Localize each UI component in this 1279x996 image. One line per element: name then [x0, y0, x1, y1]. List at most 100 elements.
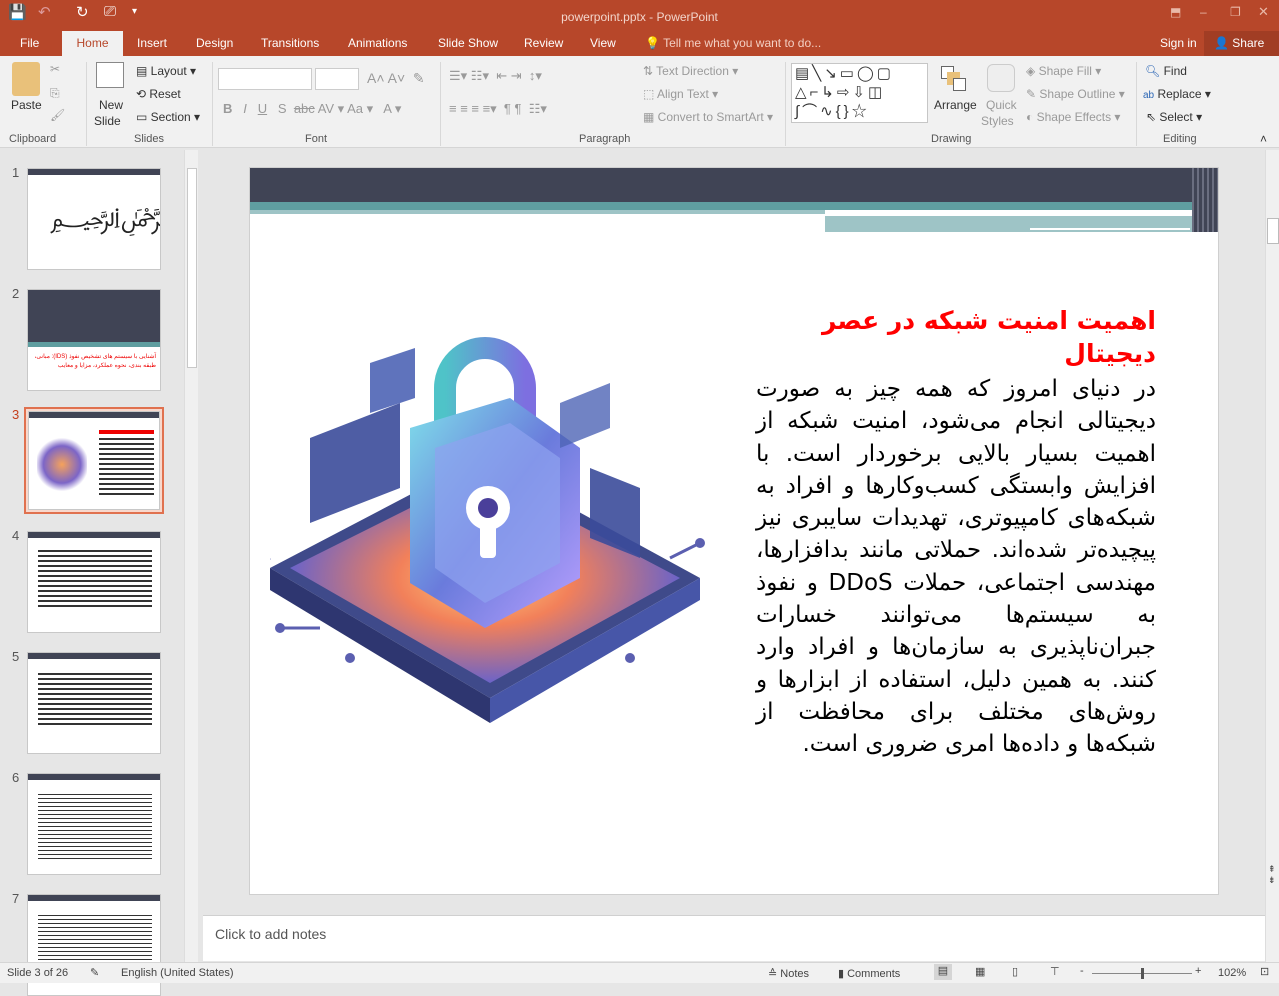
group-editing: Editing: [1163, 133, 1197, 145]
font-name-input[interactable]: [218, 68, 312, 90]
tell-me-search[interactable]: 💡 Tell me what you want to do...: [645, 36, 821, 50]
replace-button[interactable]: ab Replace ▾: [1143, 87, 1211, 101]
quick-styles-label: Styles: [981, 114, 1014, 128]
teal-stripe: [250, 210, 825, 214]
slide-title[interactable]: اهمیت امنیت شبکه در عصر دیجیتال: [756, 304, 1156, 370]
copy-icon[interactable]: ⎘: [50, 86, 60, 101]
slide-scrollbar[interactable]: ⇞ ⇟: [1265, 150, 1279, 962]
layout-button[interactable]: ▤ Layout ▾: [136, 64, 196, 78]
select-label: Select: [1159, 110, 1193, 124]
zoom-out-icon[interactable]: -: [1080, 965, 1084, 977]
convert-label: Convert to SmartArt: [657, 110, 764, 124]
arrange-icon[interactable]: [941, 66, 967, 92]
prev-next-slide-icon[interactable]: ⇞ ⇟: [1268, 864, 1276, 886]
list-buttons[interactable]: ☰▾ ☷▾ ⇤ ⇥ ↕▾: [449, 68, 542, 84]
new-slide-icon[interactable]: [96, 62, 124, 88]
spellcheck-icon[interactable]: ✎: [90, 966, 99, 979]
slide-thumbnails-pane: 1 ﷽ 2 آشنایی با سیستم های تشخیص نفوذ (ID…: [0, 150, 200, 996]
cursor-icon: ⇖: [1146, 110, 1157, 124]
arrange-button[interactable]: Arrange: [934, 98, 977, 112]
language-status[interactable]: English (United States): [121, 967, 234, 979]
minimize-icon[interactable]: –: [1200, 5, 1207, 19]
floating-panel: [310, 403, 400, 523]
zoom-in-icon[interactable]: +: [1195, 965, 1201, 977]
thumbnails-scrollbar[interactable]: [184, 150, 198, 962]
group-paragraph: Paragraph: [579, 133, 631, 145]
notes-placeholder: Click to add notes: [215, 926, 327, 942]
tab-slide-show[interactable]: Slide Show: [438, 36, 498, 50]
notes-pane[interactable]: Click to add notes: [203, 915, 1265, 961]
teal-stripe: [250, 202, 1218, 210]
zoom-level[interactable]: 102%: [1218, 967, 1246, 979]
find-icon: 🔍︎: [1145, 64, 1161, 78]
sign-in-link[interactable]: Sign in: [1160, 36, 1197, 50]
window-title: powerpoint.pptx - PowerPoint: [561, 10, 718, 24]
padlock-network-security-illustration: [270, 337, 705, 723]
tab-animations[interactable]: Animations: [348, 36, 407, 50]
paste-button[interactable]: Paste: [11, 98, 42, 112]
reset-label: Reset: [149, 87, 181, 101]
lightbulb-icon: 💡: [645, 36, 660, 50]
tab-insert[interactable]: Insert: [137, 36, 167, 50]
tab-review[interactable]: Review: [524, 36, 563, 50]
new-slide-button[interactable]: New: [99, 98, 123, 112]
group-drawing: Drawing: [931, 133, 972, 145]
font-size-controls[interactable]: A˄ A˅ ✎: [367, 70, 425, 87]
slide-thumbnail-6[interactable]: [27, 773, 161, 875]
close-icon[interactable]: ✕: [1258, 4, 1269, 20]
reset-button[interactable]: ⟲ Reset: [136, 87, 181, 101]
collapse-ribbon-icon[interactable]: ˄: [1260, 132, 1267, 146]
restore-icon[interactable]: ❐: [1230, 5, 1241, 19]
shape-effects-button[interactable]: ◐ Shape Effects ▾: [1026, 110, 1120, 124]
thumb-number: 3: [12, 407, 20, 422]
tab-transitions[interactable]: Transitions: [261, 36, 319, 50]
thumb-number: 6: [12, 770, 20, 785]
shape-outline-button[interactable]: ✎ Shape Outline ▾: [1026, 87, 1125, 101]
thumb-title: آشنایی با سیستم های تشخیص نفوذ (IDS): مب…: [34, 354, 156, 369]
ribbon-display-icon[interactable]: ⬒: [1170, 5, 1181, 19]
align-buttons[interactable]: ≡ ≡ ≡ ≡▾ ¶ ¶ ☷▾: [449, 101, 547, 117]
tab-home[interactable]: Home: [62, 31, 123, 56]
select-button[interactable]: ⇖ Select ▾: [1146, 110, 1202, 124]
tab-file[interactable]: File: [20, 36, 39, 50]
zoom-slider-thumb[interactable]: [1141, 968, 1144, 979]
paste-icon[interactable]: [12, 62, 40, 96]
font-format-buttons[interactable]: B I U S abc AV ▾ Aa ▾ A ▾: [223, 101, 401, 117]
shapes-gallery[interactable]: ▤╲↘▭◯▢ △⌐↳⇨⇩◫ ∫⌒∿{}☆: [791, 63, 928, 123]
tab-view[interactable]: View: [590, 36, 616, 50]
reading-view-icon[interactable]: ▯: [1012, 965, 1018, 978]
quick-styles-button[interactable]: Quick: [986, 98, 1017, 112]
fit-to-window-icon[interactable]: ⊡: [1260, 965, 1269, 978]
thumb-number: 4: [12, 528, 20, 543]
person-icon: 👤: [1214, 36, 1229, 50]
zoom-slider[interactable]: [1092, 968, 1192, 979]
slide-thumbnail-4[interactable]: [27, 531, 161, 633]
slide-thumbnail-3-selected[interactable]: [24, 407, 164, 514]
tab-design[interactable]: Design: [196, 36, 233, 50]
calligraphy-image: ﷽: [50, 199, 160, 243]
shape-fill-button[interactable]: ◈ Shape Fill ▾: [1026, 64, 1101, 78]
convert-smartart-button[interactable]: ▦ Convert to SmartArt ▾: [643, 110, 773, 124]
format-painter-icon[interactable]: 🖌: [50, 108, 65, 122]
normal-view-icon[interactable]: ▤: [934, 964, 952, 980]
share-button[interactable]: 👤 Share: [1204, 31, 1279, 56]
slide-thumbnail-1[interactable]: ﷽: [27, 168, 161, 270]
align-text-button[interactable]: ⬚ Align Text ▾: [643, 87, 718, 101]
text-direction-button[interactable]: ⇅ Text Direction ▾: [643, 64, 738, 78]
font-size-input[interactable]: [315, 68, 359, 90]
slide-thumbnail-5[interactable]: [27, 652, 161, 754]
slideshow-view-icon[interactable]: ⊤: [1050, 965, 1060, 978]
slide-sorter-icon[interactable]: ▦: [975, 965, 985, 978]
cut-icon[interactable]: ✂: [50, 62, 60, 76]
slide-body-text[interactable]: در دنیای امروز که همه چیز به صورت دیجیتا…: [756, 373, 1156, 761]
slide-thumbnail-2[interactable]: آشنایی با سیستم های تشخیص نفوذ (IDS): مب…: [27, 289, 161, 391]
quick-styles-icon[interactable]: [987, 64, 1015, 92]
comments-label: Comments: [847, 968, 901, 980]
thumb-number: 1: [12, 165, 20, 180]
comments-button[interactable]: ▮ Comments: [838, 967, 900, 980]
slide-canvas[interactable]: اهمیت امنیت شبکه در عصر دیجیتال در دنیای…: [249, 167, 1219, 895]
thumb-number: 2: [12, 286, 20, 301]
find-button[interactable]: 🔍︎ Find: [1145, 64, 1187, 78]
notes-button[interactable]: ≙ Notes: [768, 967, 809, 980]
section-button[interactable]: ▭ Section ▾: [136, 110, 200, 124]
